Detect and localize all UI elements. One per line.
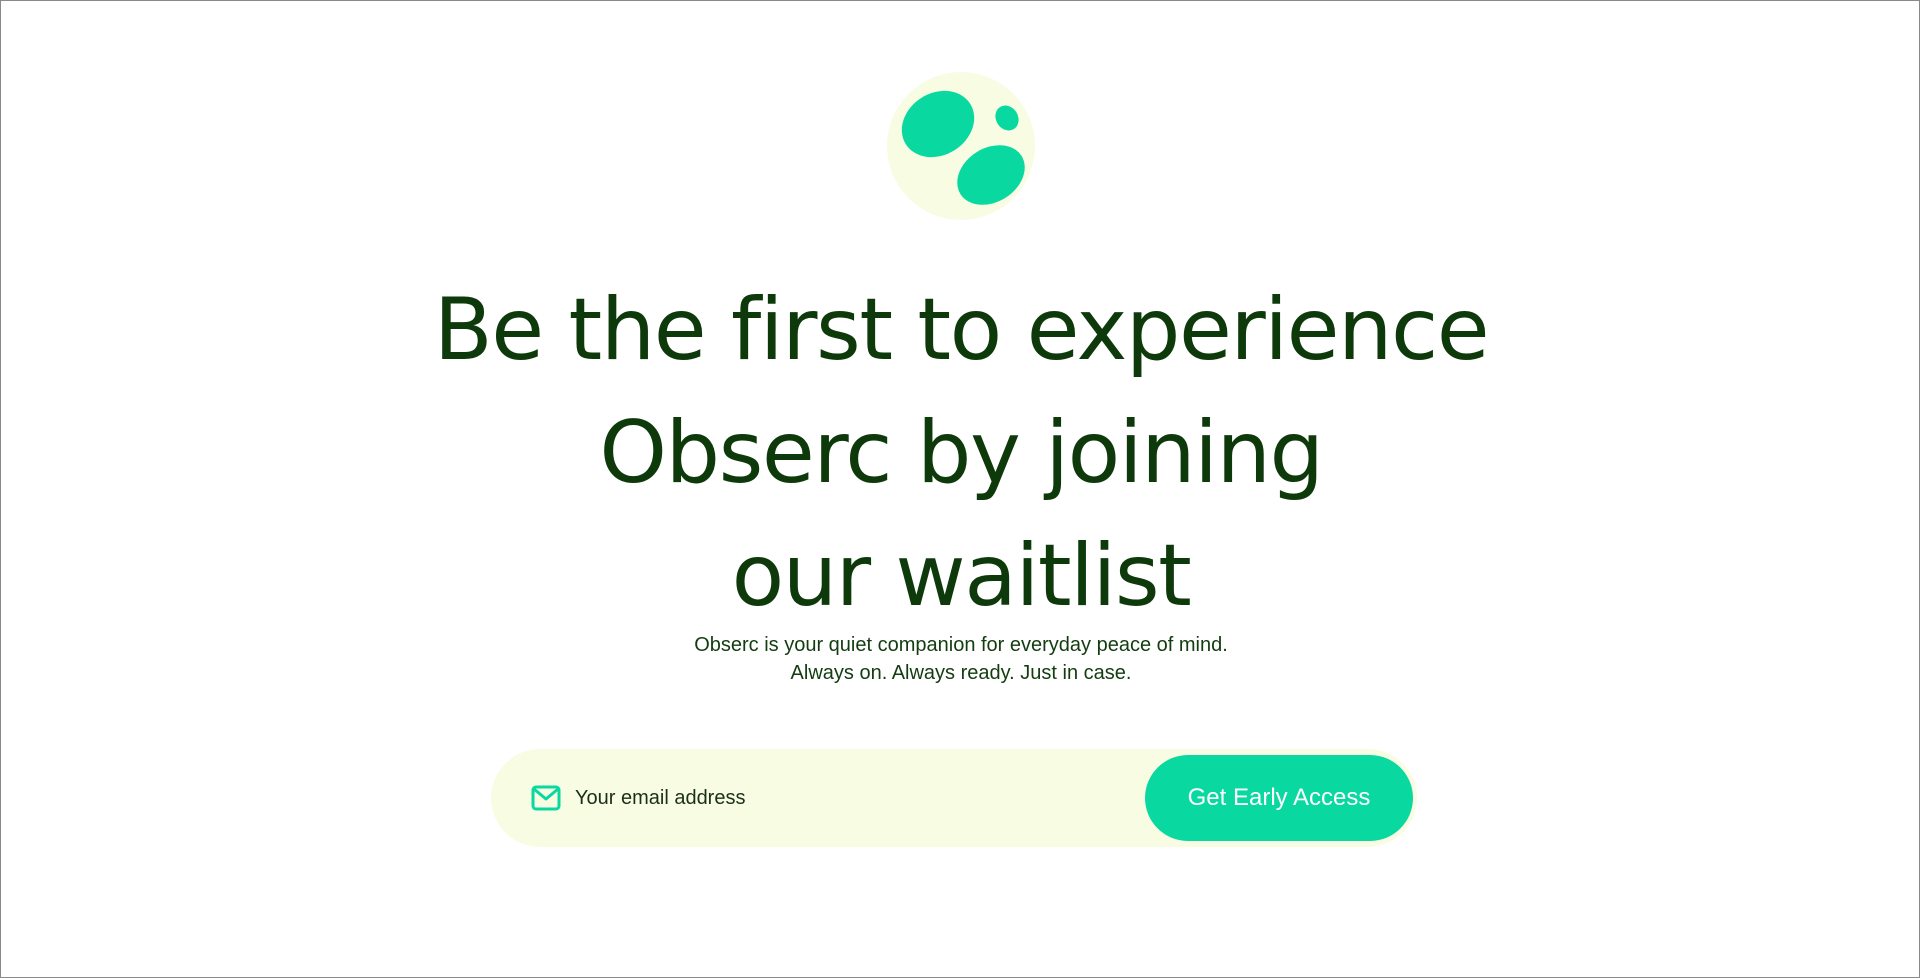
subtext-line: Obserc is your quiet companion for every… [694,634,1228,656]
headline-line: our waitlist [731,526,1192,626]
subtext-line: Always on. Always ready. Just in case. [790,662,1132,684]
page: Be the first to experience Obserc by joi… [0,0,1920,978]
email-input[interactable] [575,773,995,823]
get-early-access-button[interactable]: Get Early Access [1145,755,1413,841]
mail-icon [531,785,561,811]
headline-line: Obserc by joining [599,403,1324,503]
hero-headline: Be the first to experience Obserc by joi… [361,269,1561,638]
waitlist-form: Get Early Access [491,749,1417,847]
headline-line: Be the first to experience [433,280,1490,380]
hero-subtext: Obserc is your quiet companion for every… [561,631,1361,687]
obserc-logo-icon [886,71,1036,221]
